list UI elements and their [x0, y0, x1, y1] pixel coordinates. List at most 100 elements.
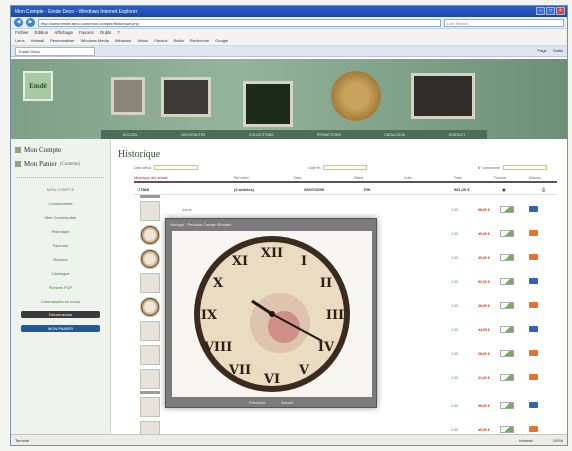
site-logo[interactable]: Emdé	[23, 71, 53, 101]
item-price: 58,00 €	[478, 208, 490, 212]
item-quantity: 1,00	[451, 304, 458, 308]
site-nav-item[interactable]: CONTACT	[449, 133, 466, 137]
menu-item-file[interactable]: Fichier	[15, 30, 29, 36]
tools-menu[interactable]: Outils	[553, 48, 563, 53]
date-start-input[interactable]	[154, 165, 199, 170]
date-end-input[interactable]	[323, 165, 368, 170]
favorite-link[interactable]: Favoris	[154, 38, 167, 44]
item-action-button[interactable]	[529, 206, 538, 212]
tab-tools: Page Outils	[537, 48, 563, 53]
favorite-link[interactable]: Windows Media	[81, 38, 109, 44]
sidebar-item[interactable]: Historique	[11, 229, 110, 234]
back-icon[interactable]: ◀	[14, 18, 23, 27]
invoice-icon[interactable]: ▣	[502, 187, 506, 192]
item-action-button[interactable]	[529, 278, 538, 284]
sidebar-item[interactable]: Factures	[11, 243, 110, 248]
column-header[interactable]: Facture	[494, 176, 506, 180]
menu-item-edit[interactable]: Edition	[35, 30, 49, 36]
product-thumbnail[interactable]	[140, 297, 160, 317]
item-action-button[interactable]	[529, 254, 538, 260]
sidebar-account-link[interactable]: Mon Compte	[11, 143, 110, 157]
sidebar-item[interactable]: Fichiers PDF	[11, 285, 110, 290]
menu-item-view[interactable]: Affichage	[54, 30, 73, 36]
sidebar-item[interactable]: Retours	[11, 257, 110, 262]
banner-photo-frame	[243, 81, 293, 127]
item-graph-icon[interactable]	[500, 278, 514, 285]
popup-next-link[interactable]: Suivant	[281, 401, 293, 405]
item-graph-icon[interactable]	[500, 254, 514, 261]
column-header[interactable]: Total	[454, 176, 461, 180]
search-input[interactable]: Live Search	[444, 18, 564, 27]
numeral: IV	[318, 340, 335, 355]
site-nav-item[interactable]: CATALOGUE	[384, 133, 405, 137]
order-row[interactable]: 77865 (4 articles) 05/07/2009 FIN 961,20…	[134, 186, 557, 195]
forward-icon[interactable]: ▶	[26, 18, 35, 27]
favorite-link[interactable]: Hotmail	[31, 38, 45, 44]
product-thumbnail[interactable]	[140, 273, 160, 293]
item-action-button[interactable]	[529, 350, 538, 356]
item-action-button[interactable]	[529, 374, 538, 380]
site-nav-item[interactable]: NOUVEAUTES	[181, 133, 205, 137]
sidebar-item[interactable]: Mes Commandes	[11, 215, 110, 220]
item-graph-icon[interactable]	[500, 426, 514, 433]
window-controls: – □ ×	[536, 7, 565, 15]
sidebar-item[interactable]: Coordonnées	[11, 201, 110, 206]
product-thumbnail[interactable]	[140, 249, 160, 269]
item-action-button[interactable]	[529, 402, 538, 408]
browser-tab[interactable]: Emde Deco	[15, 46, 95, 56]
item-graph-icon[interactable]	[500, 206, 514, 213]
item-graph-icon[interactable]	[500, 302, 514, 309]
favorite-link[interactable]: Windows	[115, 38, 131, 44]
order-number-input[interactable]	[503, 165, 547, 170]
product-thumbnail[interactable]	[140, 397, 160, 417]
item-graph-icon[interactable]	[500, 374, 514, 381]
column-header[interactable]: Historique des achats	[134, 176, 168, 180]
item-action-button[interactable]	[529, 302, 538, 308]
numeral: X	[213, 276, 224, 291]
item-action-button[interactable]	[529, 230, 538, 236]
print-icon[interactable]: ⎙	[542, 187, 545, 192]
product-thumbnail[interactable]	[140, 369, 160, 389]
maximize-icon[interactable]: □	[546, 7, 555, 15]
popup-prev-link[interactable]: Précédent	[249, 401, 265, 405]
item-action-button[interactable]	[529, 326, 538, 332]
menu-item-favorites[interactable]: Favoris	[79, 30, 94, 36]
item-graph-icon[interactable]	[500, 326, 514, 333]
column-header[interactable]: Colis	[404, 176, 412, 180]
sidebar-cart-link[interactable]: Mon Panier (Contenu)	[11, 157, 110, 171]
item-graph-icon[interactable]	[500, 402, 514, 409]
favorite-link[interactable]: Recherche	[190, 38, 209, 44]
site-nav-item[interactable]: COLLECTIONS	[249, 133, 274, 137]
favorite-link[interactable]: Liens	[15, 38, 25, 44]
product-thumbnail[interactable]	[140, 225, 160, 245]
favorite-link[interactable]: Yahoo	[137, 38, 148, 44]
favorite-link[interactable]: Radio	[173, 38, 183, 44]
menu-item-help[interactable]: ?	[117, 30, 120, 36]
logout-button[interactable]: Déconnexion	[21, 311, 100, 318]
column-header[interactable]: Statut	[354, 176, 363, 180]
item-graph-icon[interactable]	[500, 230, 514, 237]
site-nav-item[interactable]: ACCUEIL	[123, 133, 138, 137]
favorite-link[interactable]: Personnaliser	[50, 38, 74, 44]
site-nav-item[interactable]: PROMOTIONS	[317, 133, 341, 137]
table-header: Historique des achats Ref client Date St…	[134, 175, 557, 183]
product-thumbnail[interactable]	[140, 321, 160, 341]
product-thumbnail[interactable]	[140, 345, 160, 365]
product-thumbnail[interactable]	[140, 201, 160, 221]
item-graph-icon[interactable]	[500, 350, 514, 357]
sidebar-item[interactable]: Catalogue	[11, 271, 110, 276]
favorite-link[interactable]: Google	[215, 38, 228, 44]
column-header[interactable]: Date	[294, 176, 301, 180]
menu-item-tools[interactable]: Outils	[100, 30, 112, 36]
column-header[interactable]: Actions	[529, 176, 540, 180]
sidebar-item[interactable]: Commandes en cours	[11, 299, 110, 304]
window-title: Mon Compte - Emde Deco - Windows Interne…	[15, 9, 138, 15]
url-field[interactable]: http://www.emde-deco.com/mon-compte/hist…	[38, 18, 441, 27]
page-menu[interactable]: Page	[537, 48, 546, 53]
cart-button[interactable]: MON PANIER	[21, 325, 100, 332]
minimize-icon[interactable]: –	[536, 7, 545, 15]
column-header[interactable]: Ref client	[234, 176, 249, 180]
close-icon[interactable]: ×	[556, 7, 565, 15]
item-action-button[interactable]	[529, 426, 538, 432]
zoom-level[interactable]: 100%	[553, 438, 563, 443]
